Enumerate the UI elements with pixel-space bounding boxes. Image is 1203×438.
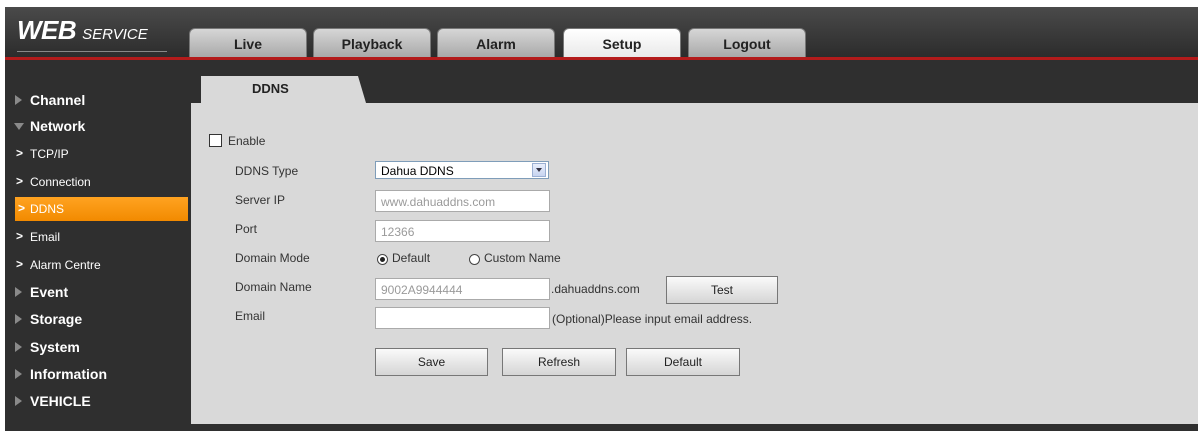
server-ip-input[interactable]: www.dahuaddns.com: [375, 190, 550, 212]
sidebar-item-system[interactable]: System: [5, 336, 188, 360]
sidebar-item-label: Information: [30, 366, 107, 382]
sidebar-item-alarm-centre[interactable]: > Alarm Centre: [5, 253, 188, 277]
tab-logout[interactable]: Logout: [688, 28, 806, 57]
sidebar-item-label: Event: [30, 284, 69, 300]
domain-suffix: .dahuaddns.com: [551, 282, 640, 296]
sidebar-item-label: Network: [30, 118, 86, 134]
domain-name-input[interactable]: 9002A9944444: [375, 278, 550, 300]
collapsed-arrow-icon: [15, 342, 22, 352]
tab-alarm[interactable]: Alarm: [437, 28, 555, 57]
sidebar-item-tcpip[interactable]: > TCP/IP: [5, 142, 188, 166]
ddns-type-label: DDNS Type: [235, 164, 299, 178]
chevron-right-icon: >: [16, 229, 24, 243]
sidebar-item-label: Email: [30, 230, 61, 244]
chevron-right-icon: >: [16, 257, 24, 271]
sidebar-item-vehicle[interactable]: VEHICLE: [5, 390, 188, 414]
sidebar-item-email[interactable]: > Email: [5, 225, 188, 249]
ddns-type-select[interactable]: Dahua DDNS: [375, 161, 549, 179]
test-button[interactable]: Test: [666, 276, 778, 304]
domain-name-label: Domain Name: [235, 280, 312, 294]
enable-label: Enable: [228, 134, 266, 148]
logo-main: WEB: [17, 15, 77, 45]
sidebar: Channel Network > TCP/IP > Connection > …: [5, 60, 188, 431]
subtab-ddns[interactable]: DDNS: [201, 76, 366, 103]
collapsed-arrow-icon: [15, 95, 22, 105]
chevron-right-icon: >: [16, 174, 24, 188]
sidebar-item-event[interactable]: Event: [5, 281, 188, 305]
collapsed-arrow-icon: [15, 314, 22, 324]
collapsed-arrow-icon: [15, 396, 22, 406]
sidebar-item-label: VEHICLE: [30, 393, 91, 409]
sidebar-item-label: TCP/IP: [30, 147, 69, 161]
domain-mode-label: Domain Mode: [235, 251, 310, 265]
tab-live[interactable]: Live: [189, 28, 307, 57]
sidebar-item-label: Storage: [30, 311, 83, 327]
default-button[interactable]: Default: [626, 348, 740, 376]
sidebar-item-storage[interactable]: Storage: [5, 308, 188, 332]
port-input[interactable]: 12366: [375, 220, 550, 242]
domain-mode-custom-radio[interactable]: [469, 254, 480, 265]
sidebar-item-label: Channel: [30, 92, 86, 108]
collapsed-arrow-icon: [15, 369, 22, 379]
sidebar-item-information[interactable]: Information: [5, 363, 188, 387]
domain-mode-default-radio[interactable]: [377, 254, 388, 265]
save-button[interactable]: Save: [375, 348, 488, 376]
expanded-arrow-icon: [14, 123, 24, 130]
sidebar-item-connection[interactable]: > Connection: [5, 170, 188, 194]
sidebar-item-network[interactable]: Network: [5, 115, 188, 139]
email-input[interactable]: [375, 307, 550, 329]
frame: WEB SERVICE Live Playback Alarm Setup Log…: [0, 0, 1203, 438]
sidebar-item-ddns[interactable]: > DDNS: [15, 197, 188, 221]
dropdown-arrow-icon[interactable]: [532, 163, 546, 177]
chevron-right-icon: >: [16, 146, 24, 160]
sidebar-item-channel[interactable]: Channel: [5, 89, 188, 113]
logo: WEB SERVICE: [17, 15, 148, 46]
email-label: Email: [235, 309, 266, 323]
ddns-type-value: Dahua DDNS: [381, 164, 454, 178]
sidebar-item-label: Alarm Centre: [30, 258, 101, 272]
subtab-label: DDNS: [252, 81, 289, 96]
tab-corner: [358, 76, 366, 103]
domain-mode-custom-label: Custom Name: [484, 251, 561, 265]
sidebar-item-label: Connection: [30, 175, 91, 189]
logo-underline: [17, 51, 167, 52]
server-ip-label: Server IP: [235, 193, 286, 207]
ddns-panel: DDNS Enable DDNS Type Dahua DDNS Server …: [191, 67, 1198, 424]
web-service-app: WEB SERVICE Live Playback Alarm Setup Log…: [5, 7, 1198, 431]
enable-checkbox[interactable]: [209, 134, 222, 147]
tab-playback[interactable]: Playback: [313, 28, 431, 57]
subtab-strip: DDNS: [191, 67, 1198, 103]
header: WEB SERVICE Live Playback Alarm Setup Log…: [5, 7, 1198, 57]
sidebar-item-label: DDNS: [30, 202, 65, 216]
port-label: Port: [235, 222, 258, 236]
tab-setup[interactable]: Setup: [563, 28, 681, 57]
email-hint: (Optional)Please input email address.: [552, 312, 753, 326]
collapsed-arrow-icon: [15, 287, 22, 297]
refresh-button[interactable]: Refresh: [502, 348, 616, 376]
domain-mode-default-label: Default: [392, 251, 431, 265]
sidebar-item-label: System: [30, 339, 80, 355]
chevron-right-icon: >: [18, 201, 26, 215]
logo-sub: SERVICE: [82, 26, 148, 43]
